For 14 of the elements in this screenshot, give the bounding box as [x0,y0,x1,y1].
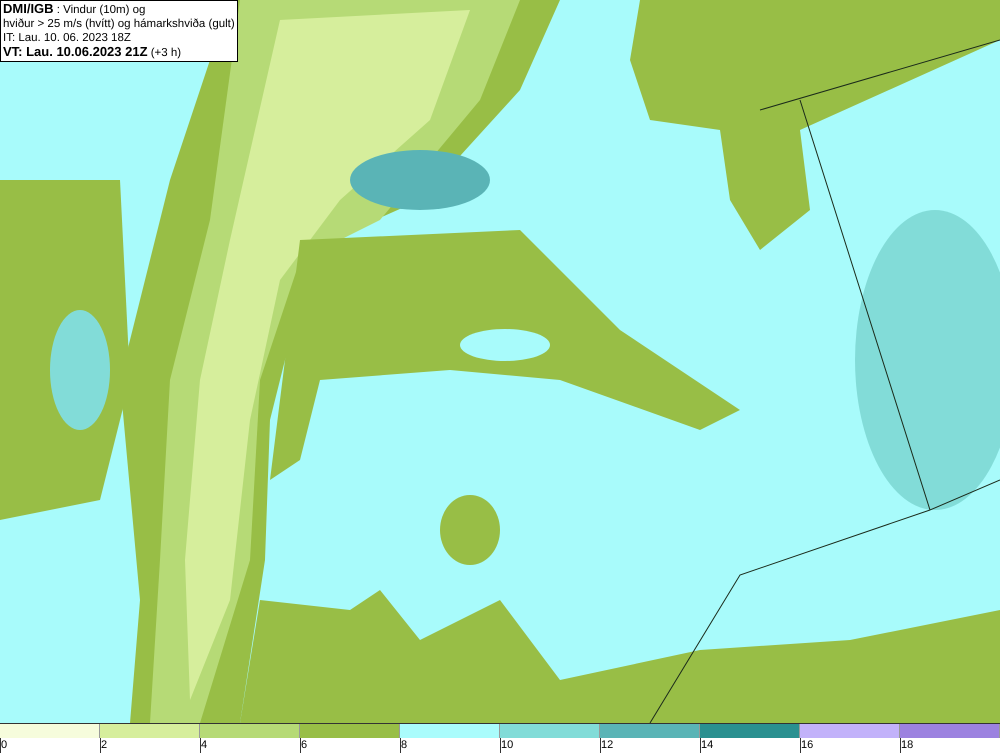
tick-label: 18 [901,739,914,751]
tick-label: 0 [1,739,8,751]
tick-label: 12 [601,739,614,751]
tick-label: 4 [201,739,208,751]
tick-label: 10 [501,739,514,751]
caption-line: IT: Lau. 10. 06. 2023 18Z [3,31,131,45]
caption-line: VT: Lau. 10.06.2023 21Z (+3 h) [3,45,182,60]
tick-label: 2 [101,739,108,751]
tick-label: 16 [801,739,814,751]
caption-line: DMI/IGB : Vindur (10m) og [3,2,146,17]
tick-label: 6 [301,739,308,751]
tick-label: 14 [701,739,714,751]
caption-line: hviður > 25 m/s (hvítt) og hámarkshviða (gult) [3,17,235,31]
tick-label: 8 [401,739,408,751]
